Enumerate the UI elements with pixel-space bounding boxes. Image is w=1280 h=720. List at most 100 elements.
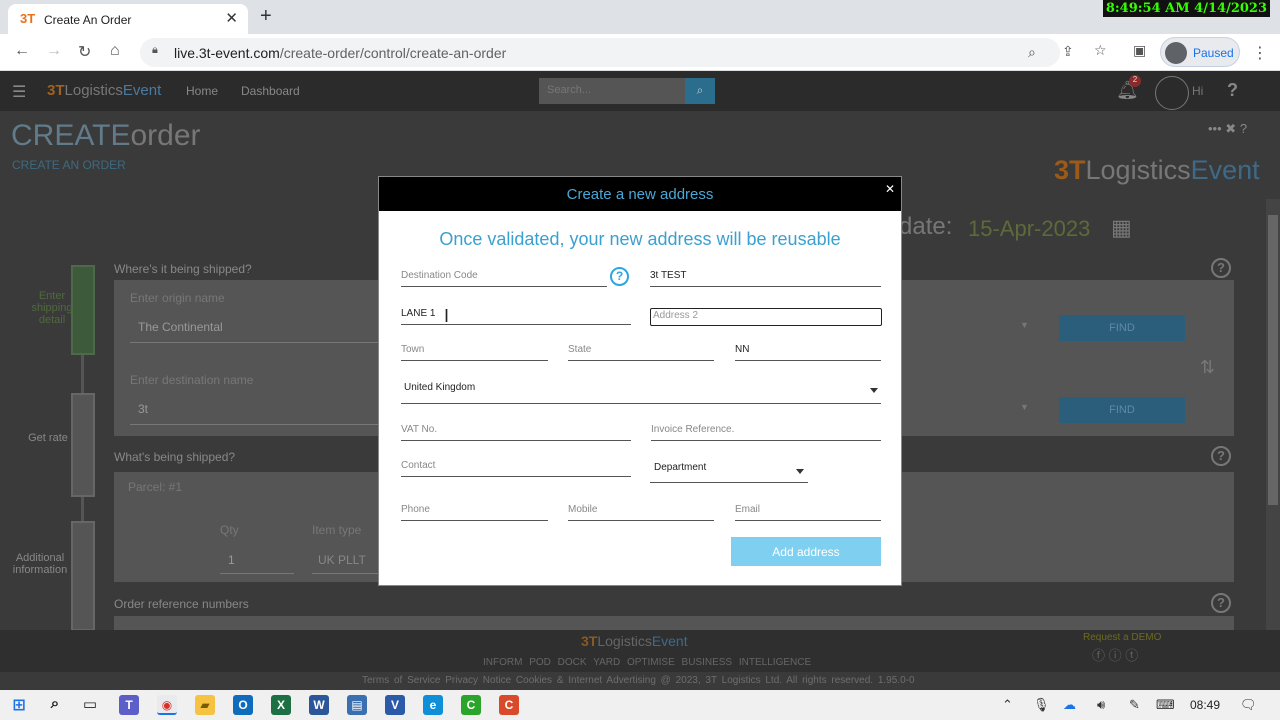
footer-logo-word2: Event [651,633,688,649]
camtasia-icon[interactable]: C [461,695,481,715]
excel-icon[interactable]: X [271,695,291,715]
page-subtitle: CREATE AN ORDER [12,158,126,172]
browser-menu-icon[interactable]: ⋮ [1252,43,1268,63]
url-bar[interactable]: 🔒︎ live.3t-event.com/create-order/contro… [140,38,1060,67]
page-help-icon[interactable]: ? [1240,121,1247,136]
page-scrollbar-thumb[interactable] [1268,215,1278,505]
share-icon[interactable]: ⇪ [1062,43,1074,60]
qty-input[interactable]: 1 [220,553,294,574]
zoom-icon[interactable]: ⌕ [1028,44,1036,61]
new-tab-icon[interactable]: + [260,5,272,28]
postcode-field[interactable]: NN [735,341,881,361]
origin-placeholder: Enter origin name [130,291,225,305]
onedrive-icon[interactable]: ☁ [1063,697,1076,713]
url-path: /create-order/control/create-an-order [279,45,507,61]
swap-icon[interactable]: ⇅ [1200,357,1215,378]
linkedin-icon[interactable]: ⓘ [1109,648,1122,663]
chevron-down-icon[interactable] [870,388,878,393]
teams-icon[interactable]: T [119,695,139,715]
recorder-icon[interactable]: C [499,695,519,715]
windows-start-icon[interactable]: ⊞ [9,695,29,715]
task-view-icon[interactable]: ▭ [80,695,100,715]
section-refs-help-icon[interactable]: ? [1211,593,1231,613]
search-taskbar-icon[interactable]: ⌕ [45,695,65,715]
request-demo-link[interactable]: Request a DEMO [1083,632,1161,643]
modal-close-icon[interactable]: ✕ [885,182,895,196]
user-greeting: Hi [1192,84,1204,98]
outlook-icon[interactable]: O [233,695,253,715]
hamburger-icon[interactable]: ☰ [12,82,26,102]
country-select[interactable]: United Kingdom [401,379,881,404]
browser-tab[interactable]: 3T Create An Order ✕ [8,4,248,34]
brand-word2: Event [1190,155,1260,185]
forward-icon[interactable]: → [46,42,62,60]
section-what-heading: What's being shipped? [114,450,236,464]
notification-center-icon[interactable]: 🗨︎ [1240,697,1257,713]
step-label-shipping: Enter shipping detail [31,290,73,326]
item-type-select[interactable]: UK PLLT [312,553,382,574]
destination-input[interactable]: 3t [130,402,380,425]
department-select[interactable]: Department [650,459,808,483]
more-icon[interactable]: ••• [1208,121,1222,136]
side-panel-icon[interactable]: ▣ [1133,42,1146,59]
back-icon[interactable]: ← [14,42,30,60]
nav-home[interactable]: Home [186,84,218,98]
contact-field[interactable]: Contact [401,457,631,477]
volume-icon[interactable]: 🔊︎ [1097,697,1105,713]
word-icon[interactable]: W [309,695,329,715]
home-icon[interactable]: ⌂ [110,42,120,60]
town-field[interactable]: Town [401,341,548,361]
find-destination-button[interactable]: FIND [1059,397,1185,423]
tray-chevron-up-icon[interactable]: ⌃ [1002,697,1013,713]
help-icon[interactable]: ? [610,267,629,286]
calendar-icon[interactable]: ▦ [1111,215,1132,241]
address2-field[interactable]: Address 2 [650,308,882,326]
name-field[interactable]: 3t TEST [650,267,881,287]
footer-links[interactable]: INFORM POD DOCK YARD OPTIMISE BUSINESS I… [483,657,811,668]
reload-icon[interactable]: ↻ [78,42,91,62]
app-logo[interactable]: 3TLogisticsEvent [47,82,161,99]
app-search-input[interactable]: Search... [539,78,685,104]
email-field[interactable]: Email [735,501,881,521]
section-what-help-icon[interactable]: ? [1211,446,1231,466]
facebook-icon[interactable]: ⓕ [1092,648,1105,663]
edge-icon[interactable]: e [423,695,443,715]
visio-icon[interactable]: V [385,695,405,715]
invoice-reference-field[interactable]: Invoice Reference. [651,421,881,441]
microphone-icon[interactable]: 🎙︎ [1033,697,1050,713]
vat-field[interactable]: VAT No. [401,421,631,441]
bookmark-star-icon[interactable]: ☆ [1094,42,1107,59]
app-nav: ☰ 3TLogisticsEvent Home Dashboard Search… [0,71,1280,111]
find-origin-button[interactable]: FIND [1059,315,1185,341]
page-tools: ••• ✖ ? [1208,121,1247,137]
add-address-button[interactable]: Add address [731,537,881,566]
footer-logo-mark: 3T [581,633,598,649]
pen-icon[interactable]: ✎ [1129,697,1140,713]
phone-field[interactable]: Phone [401,501,548,521]
profile-button[interactable]: Paused [1160,37,1240,67]
app-icon[interactable]: ▤ [347,695,367,715]
department-chevron-down-icon[interactable] [796,469,804,474]
keyboard-icon[interactable]: ⌨ [1156,697,1175,713]
file-explorer-icon[interactable]: ▰ [195,695,215,715]
origin-input[interactable]: The Continental [130,320,380,343]
help-icon[interactable]: ? [1227,80,1238,101]
nav-dashboard[interactable]: Dashboard [241,84,300,98]
qty-label: Qty [220,523,239,537]
search-icon[interactable]: ⌕ [685,78,715,104]
notification-badge: 2 [1129,75,1141,87]
section-help-icon[interactable]: ? [1211,258,1231,278]
twitter-icon[interactable]: ⓣ [1125,648,1138,663]
close-page-icon[interactable]: ✖ [1225,121,1236,136]
url-text: live.3t-event.com/create-order/control/c… [174,45,506,61]
mobile-field[interactable]: Mobile [568,501,714,521]
origin-dropdown-caret[interactable]: ▼ [1020,320,1029,330]
user-avatar[interactable] [1155,76,1189,110]
state-field[interactable]: State [568,341,714,361]
destination-code-field[interactable]: Destination Code [401,267,607,287]
chrome-icon[interactable]: ◉ [157,695,177,715]
close-tab-icon[interactable]: ✕ [225,9,238,27]
address1-field[interactable]: LANE 1 [401,305,631,325]
footer-logo: 3TLogisticsEvent [581,633,688,649]
destination-dropdown-caret[interactable]: ▼ [1020,402,1029,412]
